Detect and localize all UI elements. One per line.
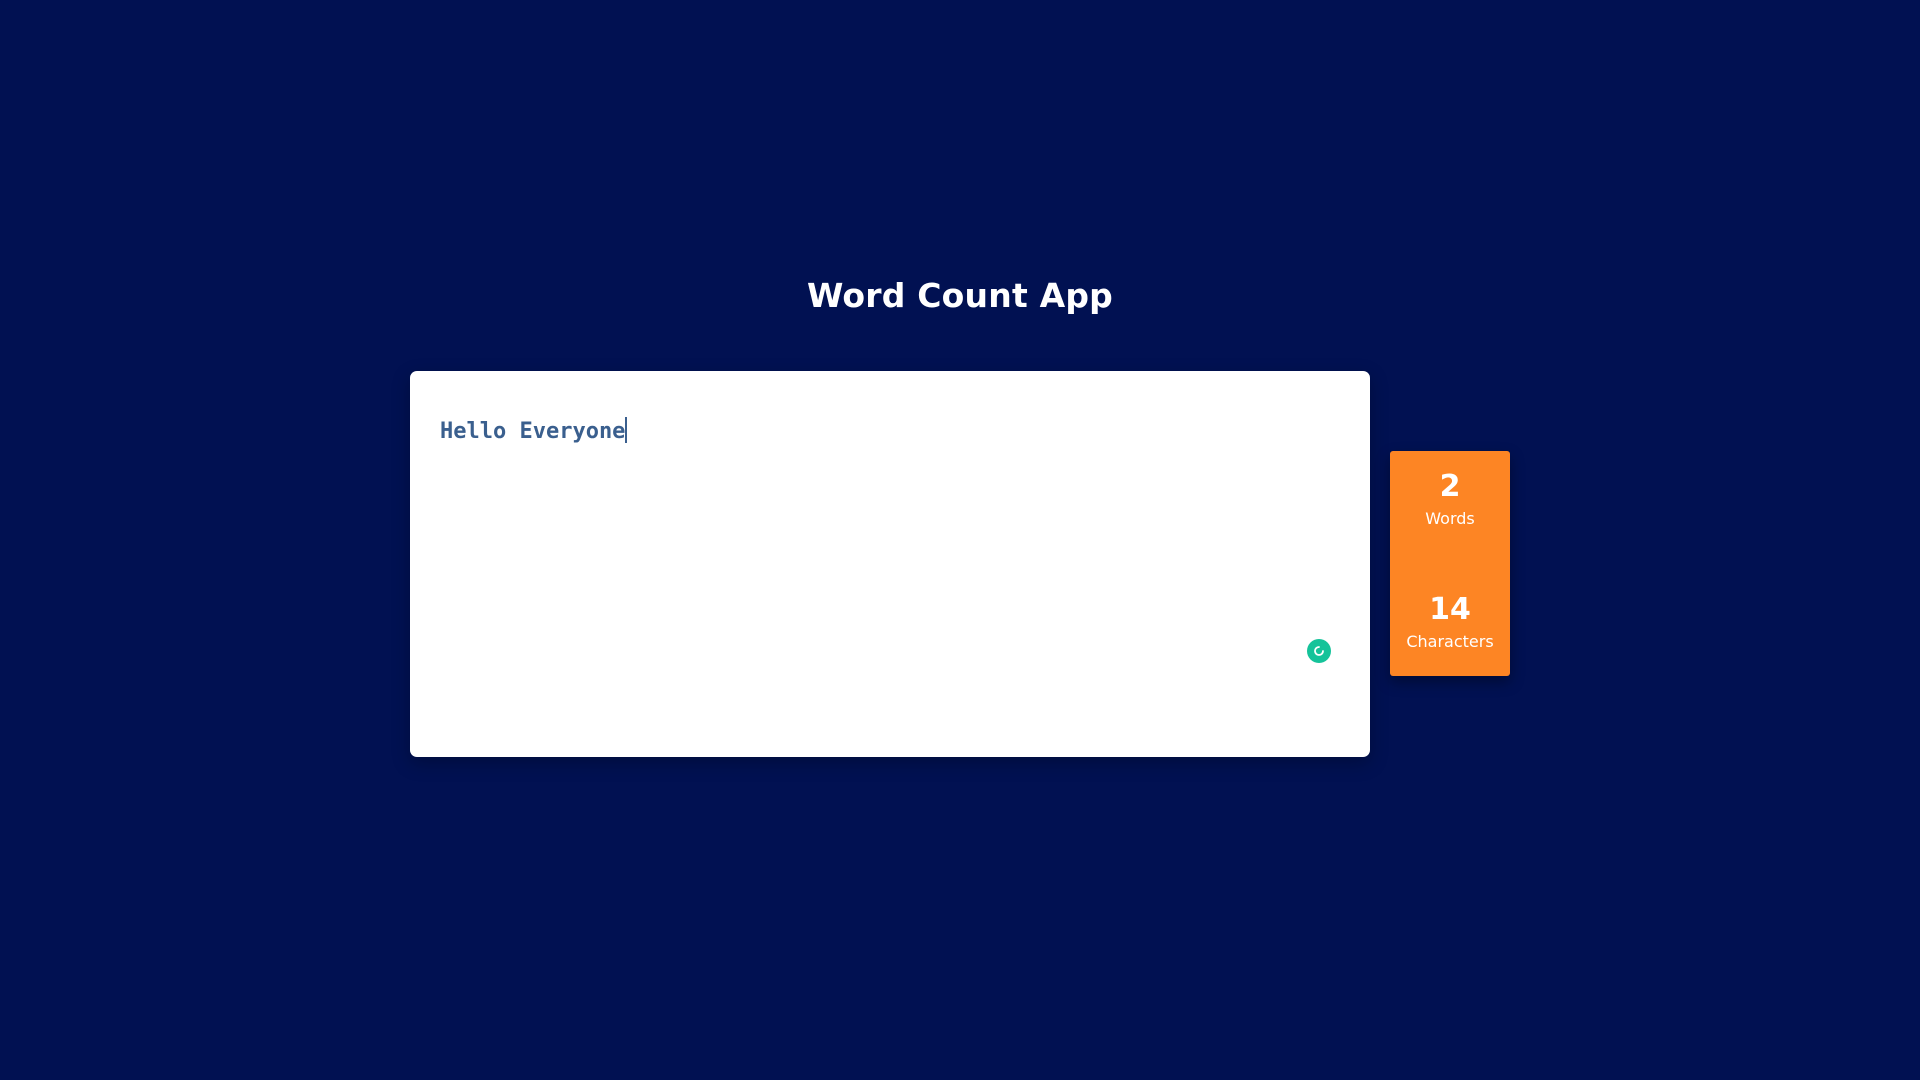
grammar-swirl-icon [1314,646,1324,656]
grammar-assistant-icon[interactable] [1307,639,1331,663]
character-count-value: 14 [1429,592,1471,627]
word-count-value: 2 [1439,469,1461,504]
word-count-label: Words [1425,509,1475,528]
page: Word Count App Hello Everyone 2 Words 14… [0,0,1920,1080]
word-count-stat: 2 Words [1390,469,1510,529]
character-count-label: Characters [1406,632,1494,651]
editor-text-value: Hello Everyone [440,419,626,444]
text-editor[interactable]: Hello Everyone [410,371,1370,757]
editor-content[interactable]: Hello Everyone [440,417,628,444]
stats-panel: 2 Words 14 Characters [1390,451,1510,676]
page-title: Word Count App [806,276,1113,315]
character-count-stat: 14 Characters [1390,592,1510,652]
text-caret [625,417,628,443]
